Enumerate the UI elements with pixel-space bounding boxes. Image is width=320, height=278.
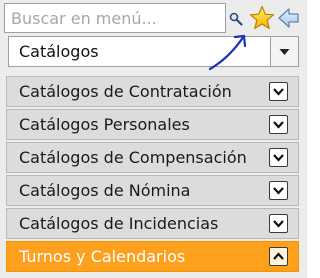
menu-list: Catálogos de Contratación Catálogos Pers… [6, 76, 299, 274]
expand-toggle[interactable] [269, 214, 288, 233]
menu-item-catalogos-nomina[interactable]: Catálogos de Nómina [6, 175, 299, 206]
select-value: Catálogos [19, 42, 99, 61]
menu-item-label: Catálogos de Incidencias [19, 214, 219, 233]
expand-toggle[interactable] [269, 181, 288, 200]
expand-toggle[interactable] [269, 148, 288, 167]
chevron-down-icon [273, 88, 284, 96]
collapse-toggle[interactable] [269, 247, 288, 266]
menu-item-turnos-calendarios[interactable]: Turnos y Calendarios [6, 241, 299, 272]
menu-panel: Catálogos Catálogos de Contratación Catá… [0, 0, 307, 278]
select-arrow[interactable] [270, 37, 298, 66]
menu-item-catalogos-personales[interactable]: Catálogos Personales [6, 109, 299, 140]
menu-item-label: Catálogos Personales [19, 115, 190, 134]
menu-category-select[interactable]: Catálogos [8, 36, 299, 67]
menu-item-catalogos-contratacion[interactable]: Catálogos de Contratación [6, 76, 299, 107]
arrow-left-icon[interactable] [277, 6, 301, 30]
menu-item-label: Catálogos de Nómina [19, 181, 191, 200]
menu-item-catalogos-compensacion[interactable]: Catálogos de Compensación [6, 142, 299, 173]
chevron-down-icon [273, 154, 284, 162]
chevron-down-icon [273, 220, 284, 228]
expand-toggle[interactable] [269, 82, 288, 101]
search-input[interactable] [4, 3, 226, 33]
expand-toggle[interactable] [269, 115, 288, 134]
chevron-down-icon [273, 187, 284, 195]
annotation-arrow [208, 34, 247, 71]
menu-item-label: Turnos y Calendarios [19, 247, 186, 266]
menu-item-catalogos-incidencias[interactable]: Catálogos de Incidencias [6, 208, 299, 239]
chevron-up-icon [273, 252, 284, 260]
menu-item-label: Catálogos de Contratación [19, 82, 232, 101]
menu-item-label: Catálogos de Compensación [19, 148, 247, 167]
chevron-down-icon [273, 121, 284, 129]
chevron-down-icon [279, 49, 290, 55]
